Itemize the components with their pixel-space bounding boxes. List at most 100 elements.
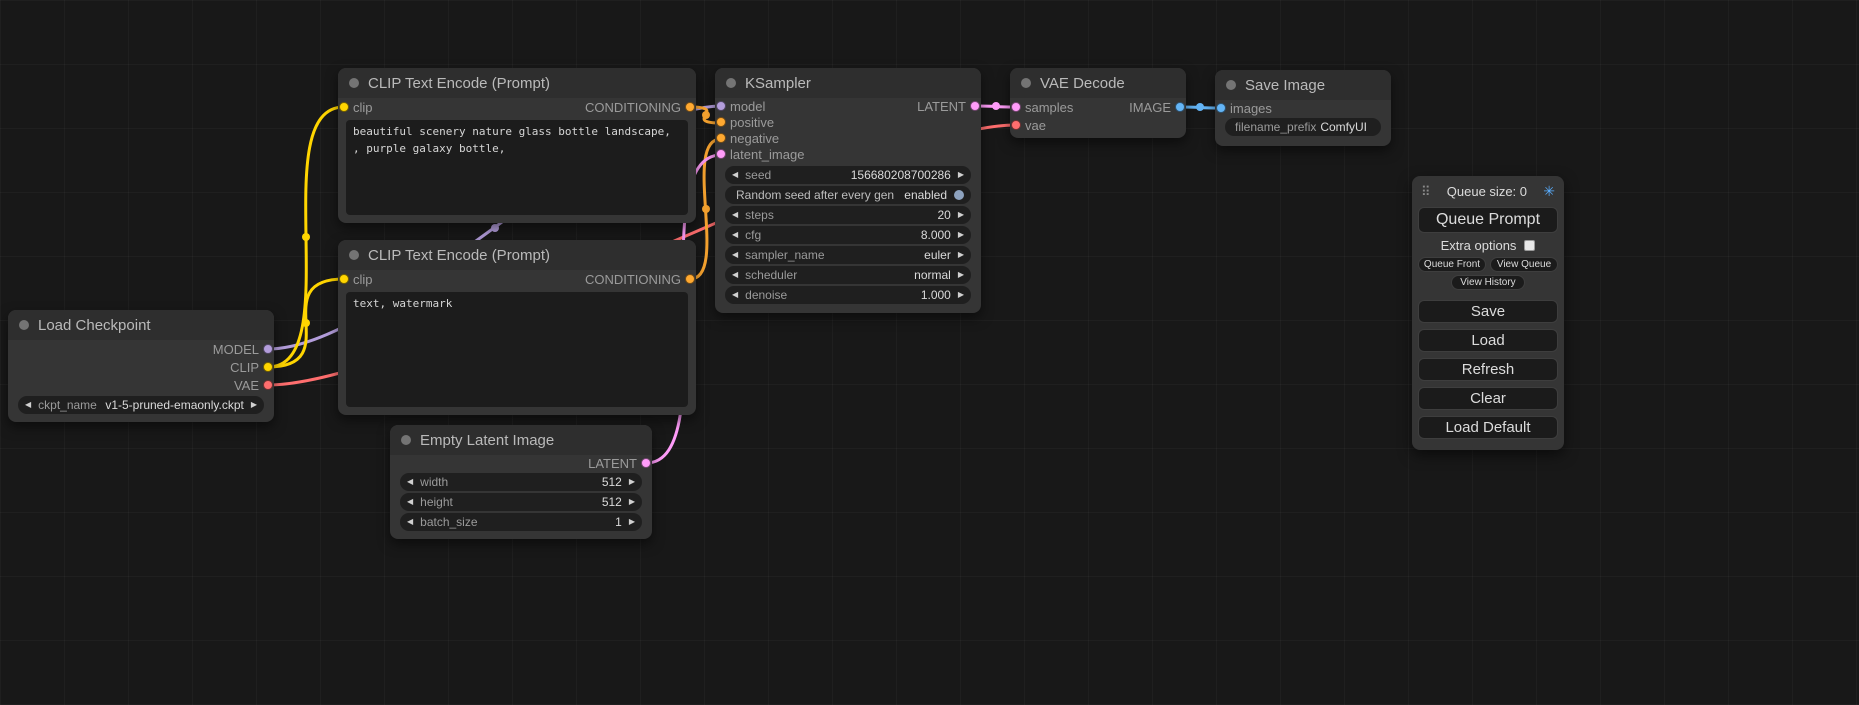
output-slot-clip[interactable] [263, 362, 273, 372]
prompt-textarea[interactable]: text, watermark [346, 292, 688, 407]
denoise-number-widget[interactable]: ◀ denoise 1.000 ▶ [725, 286, 971, 304]
collapse-icon[interactable] [1021, 78, 1031, 88]
node-save-image[interactable]: Save Image images filename_prefix ComfyU… [1215, 70, 1391, 146]
increment-arrow-icon[interactable]: ▶ [629, 498, 635, 506]
collapse-icon[interactable] [401, 435, 411, 445]
widget-name: batch_size [420, 515, 477, 529]
save-button[interactable]: Save [1418, 300, 1558, 323]
steps-number-widget[interactable]: ◀ steps 20 ▶ [725, 206, 971, 224]
filename-prefix-text-widget[interactable]: filename_prefix ComfyUI [1225, 118, 1381, 136]
decrement-arrow-icon[interactable]: ◀ [407, 518, 413, 526]
clear-button[interactable]: Clear [1418, 387, 1558, 410]
decrement-arrow-icon[interactable]: ◀ [25, 401, 31, 409]
widget-value: 512 [602, 475, 622, 489]
increment-arrow-icon[interactable]: ▶ [958, 271, 964, 279]
increment-arrow-icon[interactable]: ▶ [958, 251, 964, 259]
input-slot-latent-image[interactable] [716, 149, 726, 159]
output-slot-latent[interactable] [970, 101, 980, 111]
increment-arrow-icon[interactable]: ▶ [629, 518, 635, 526]
node-title: VAE Decode [1040, 75, 1125, 92]
output-slot-latent[interactable] [641, 458, 651, 468]
link-midpoint-dot [302, 233, 310, 241]
drag-handle-icon[interactable]: ⠿ [1421, 184, 1431, 200]
batch-size-number-widget[interactable]: ◀ batch_size 1 ▶ [400, 513, 642, 531]
sampler-name-combo-widget[interactable]: ◀ sampler_name euler ▶ [725, 246, 971, 264]
load-button[interactable]: Load [1418, 329, 1558, 352]
node-empty-latent-image[interactable]: Empty Latent Image LATENT ◀ width 512 ▶ … [390, 425, 652, 539]
collapse-icon[interactable] [19, 320, 29, 330]
output-slot-vae[interactable] [263, 380, 273, 390]
decrement-arrow-icon[interactable]: ◀ [732, 251, 738, 259]
queue-front-button[interactable]: Queue Front [1418, 257, 1486, 272]
node-clip-text-encode-negative[interactable]: CLIP Text Encode (Prompt) clip CONDITION… [338, 240, 696, 415]
load-default-button[interactable]: Load Default [1418, 416, 1558, 439]
ckpt-name-combo-widget[interactable]: ◀ ckpt_name v1-5-pruned-emaonly.ckpt ▶ [18, 396, 264, 414]
output-slot-conditioning[interactable] [685, 274, 695, 284]
collapse-icon[interactable] [1226, 80, 1236, 90]
link-midpoint-dot [491, 224, 499, 232]
collapse-icon[interactable] [349, 250, 359, 260]
node-title-bar[interactable]: CLIP Text Encode (Prompt) [338, 68, 696, 98]
node-title-bar[interactable]: Load Checkpoint [8, 310, 274, 340]
output-slot-image[interactable] [1175, 102, 1185, 112]
decrement-arrow-icon[interactable]: ◀ [732, 291, 738, 299]
decrement-arrow-icon[interactable]: ◀ [407, 478, 413, 486]
prompt-textarea[interactable]: beautiful scenery nature glass bottle la… [346, 120, 688, 215]
increment-arrow-icon[interactable]: ▶ [251, 401, 257, 409]
decrement-arrow-icon[interactable]: ◀ [407, 498, 413, 506]
comfyui-canvas[interactable]: { "colors": { "model": "#B39DDB", "clip"… [0, 0, 1859, 705]
input-slot-clip[interactable] [339, 274, 349, 284]
slot-row: images [1215, 100, 1391, 116]
random-seed-toggle-widget[interactable]: Random seed after every gen enabled [725, 186, 971, 204]
collapse-icon[interactable] [349, 78, 359, 88]
output-slot-conditioning[interactable] [685, 102, 695, 112]
input-slot-label: samples [1025, 100, 1073, 115]
node-clip-text-encode-positive[interactable]: CLIP Text Encode (Prompt) clip CONDITION… [338, 68, 696, 223]
toggle-on-icon[interactable] [954, 190, 964, 200]
input-slot-images[interactable] [1216, 103, 1226, 113]
node-title-bar[interactable]: KSampler [715, 68, 981, 98]
increment-arrow-icon[interactable]: ▶ [958, 211, 964, 219]
widget-value: euler [924, 248, 951, 262]
input-slot-model[interactable] [716, 101, 726, 111]
input-slot-samples[interactable] [1011, 102, 1021, 112]
queue-buttons-row: Queue Front View Queue [1418, 257, 1558, 272]
input-slot-positive[interactable] [716, 117, 726, 127]
node-ksampler[interactable]: KSampler model LATENT positive negative … [715, 68, 981, 313]
widget-value: 20 [937, 208, 950, 222]
increment-arrow-icon[interactable]: ▶ [958, 291, 964, 299]
cfg-number-widget[interactable]: ◀ cfg 8.000 ▶ [725, 226, 971, 244]
width-number-widget[interactable]: ◀ width 512 ▶ [400, 473, 642, 491]
extra-options-checkbox[interactable] [1524, 240, 1535, 251]
decrement-arrow-icon[interactable]: ◀ [732, 171, 738, 179]
seed-number-widget[interactable]: ◀ seed 156680208700286 ▶ [725, 166, 971, 184]
view-queue-button[interactable]: View Queue [1490, 257, 1558, 272]
output-slot-model[interactable] [263, 344, 273, 354]
scheduler-combo-widget[interactable]: ◀ scheduler normal ▶ [725, 266, 971, 284]
height-number-widget[interactable]: ◀ height 512 ▶ [400, 493, 642, 511]
node-title-bar[interactable]: CLIP Text Encode (Prompt) [338, 240, 696, 270]
slot-row: vae [1010, 116, 1186, 134]
collapse-icon[interactable] [726, 78, 736, 88]
node-title-bar[interactable]: Empty Latent Image [390, 425, 652, 455]
increment-arrow-icon[interactable]: ▶ [958, 171, 964, 179]
input-slot-label: model [730, 99, 765, 114]
decrement-arrow-icon[interactable]: ◀ [732, 271, 738, 279]
refresh-button[interactable]: Refresh [1418, 358, 1558, 381]
input-slot-negative[interactable] [716, 133, 726, 143]
queue-prompt-button[interactable]: Queue Prompt [1418, 207, 1558, 233]
view-history-button[interactable]: View History [1451, 275, 1525, 290]
menu-header: ⠿ Queue size: 0 ✳ [1418, 183, 1558, 200]
node-title-bar[interactable]: VAE Decode [1010, 68, 1186, 98]
decrement-arrow-icon[interactable]: ◀ [732, 211, 738, 219]
decrement-arrow-icon[interactable]: ◀ [732, 231, 738, 239]
settings-gear-icon[interactable]: ✳ [1543, 183, 1555, 200]
increment-arrow-icon[interactable]: ▶ [958, 231, 964, 239]
input-slot-clip[interactable] [339, 102, 349, 112]
node-title-bar[interactable]: Save Image [1215, 70, 1391, 100]
input-slot-vae[interactable] [1011, 120, 1021, 130]
toggle-label: Random seed after every gen [736, 188, 894, 202]
increment-arrow-icon[interactable]: ▶ [629, 478, 635, 486]
node-load-checkpoint[interactable]: Load Checkpoint MODEL CLIP VAE ◀ ckpt_na… [8, 310, 274, 422]
node-vae-decode[interactable]: VAE Decode samples IMAGE vae [1010, 68, 1186, 138]
